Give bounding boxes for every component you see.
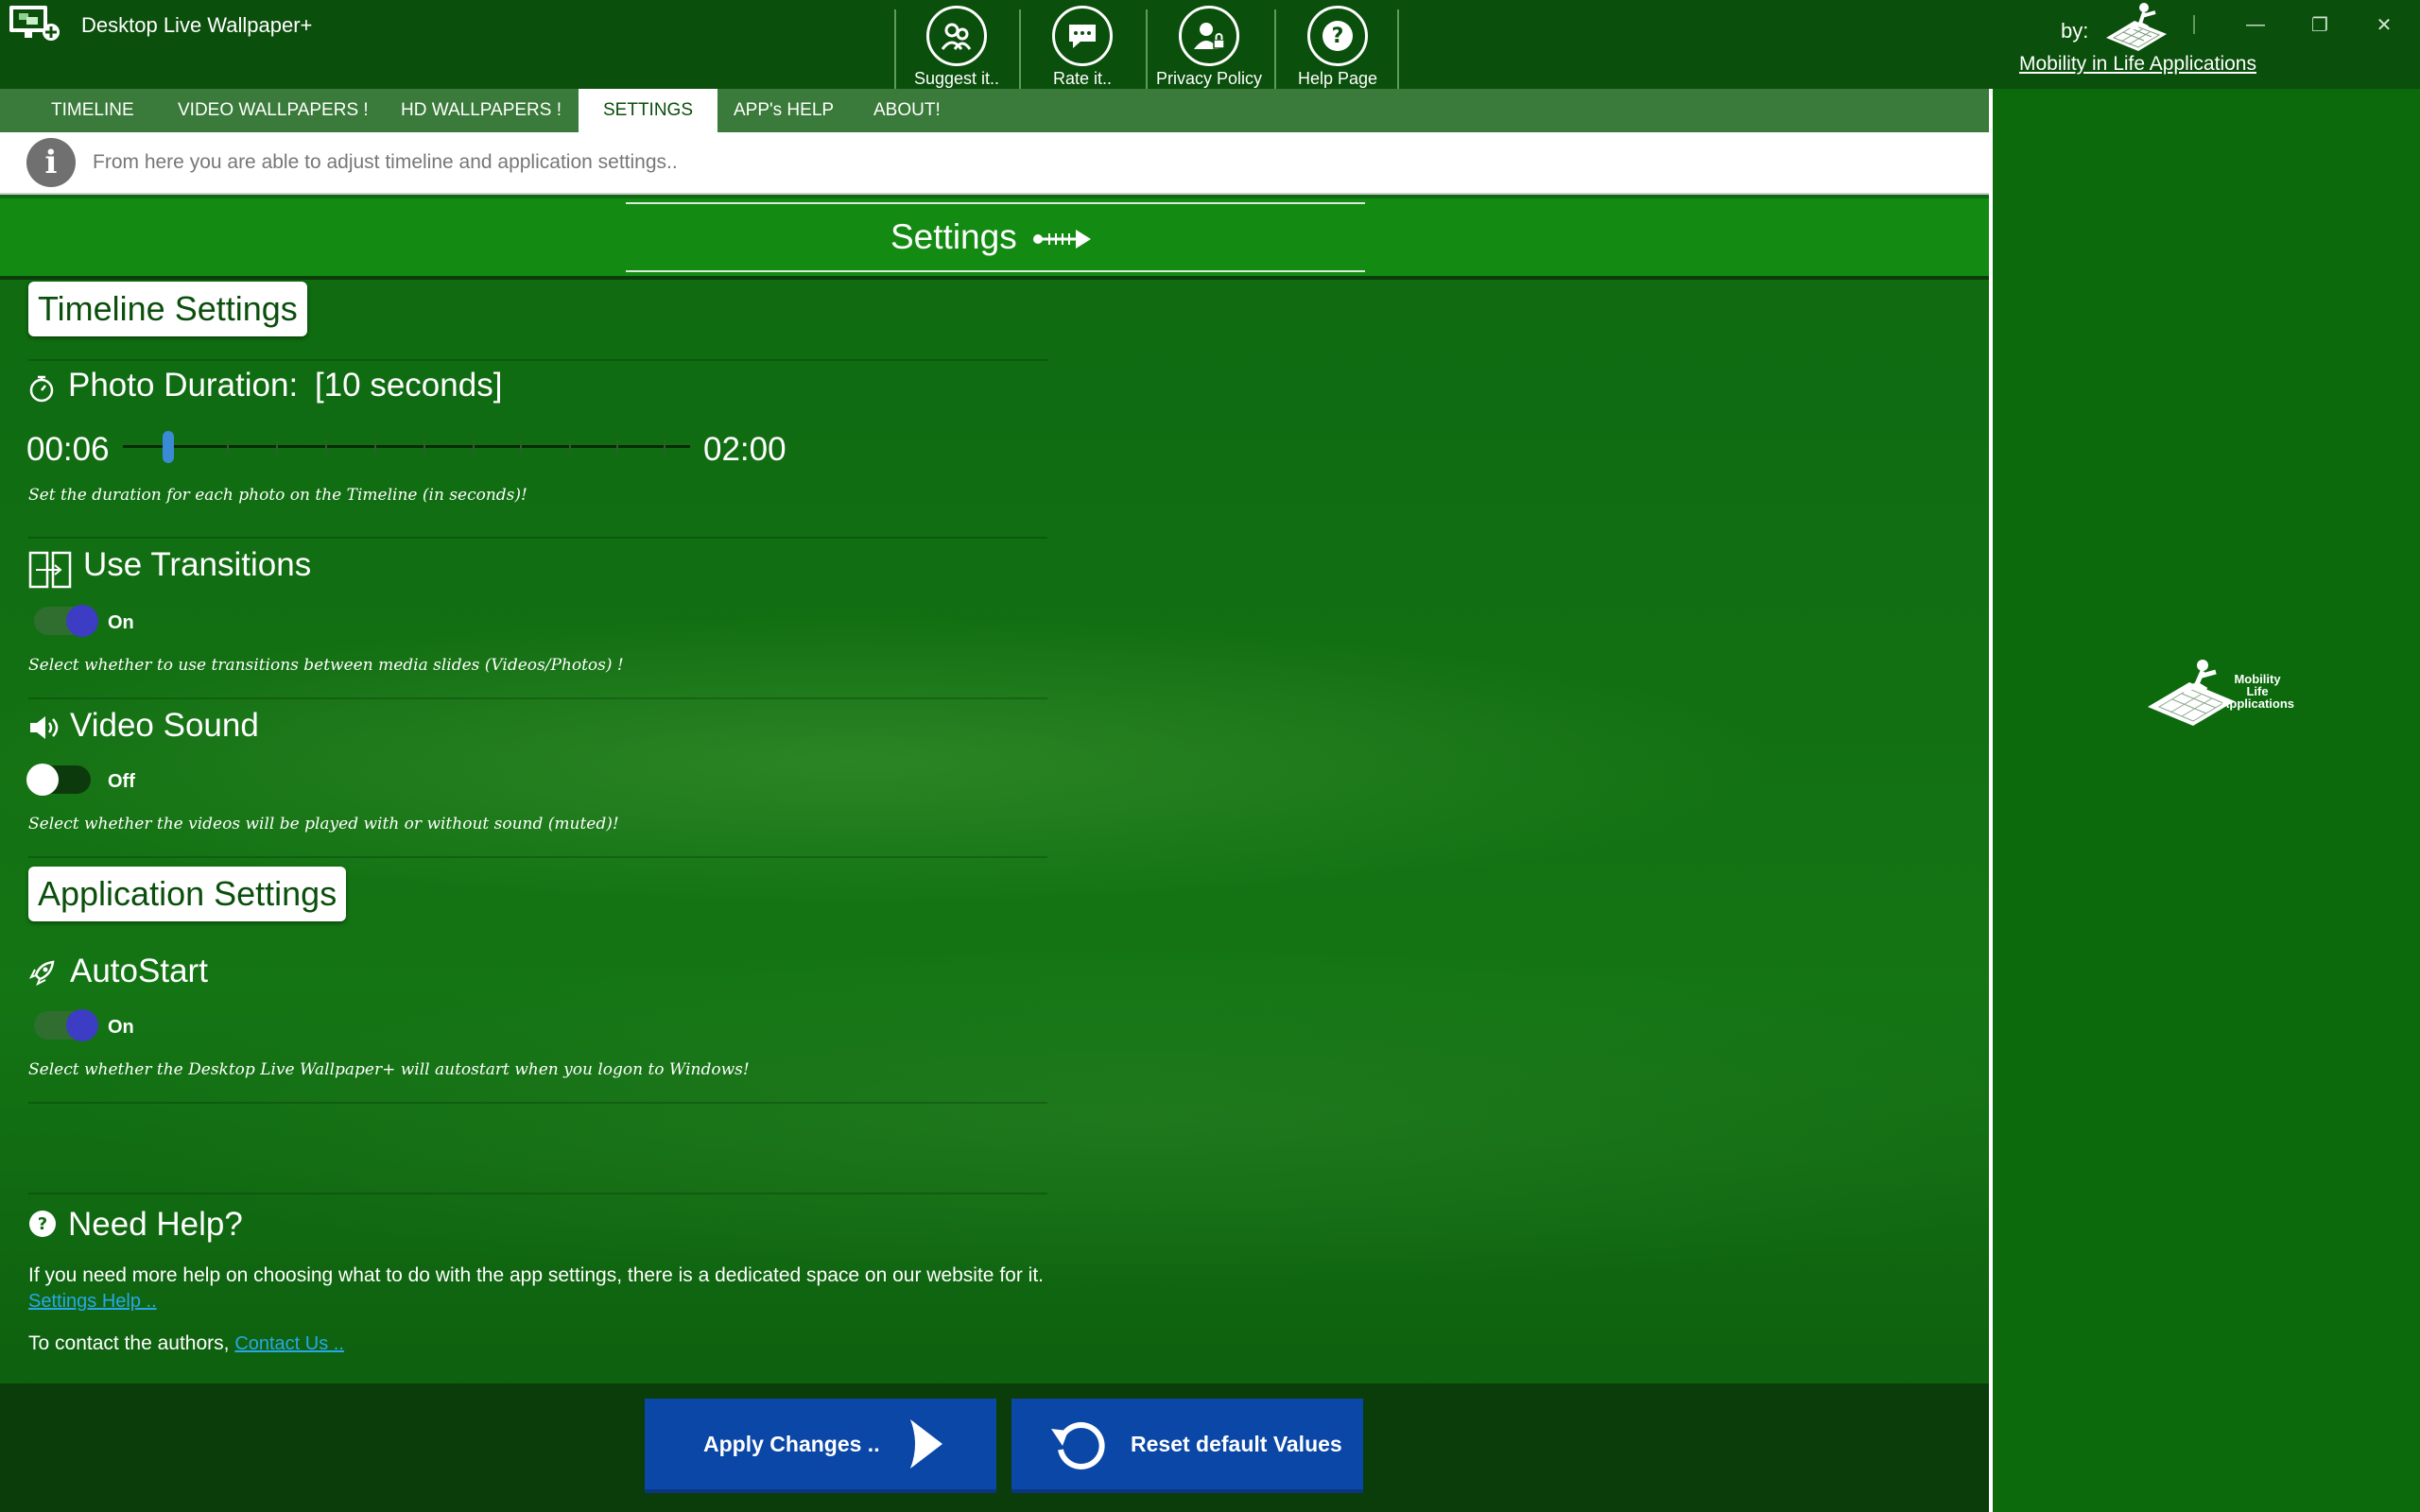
autostart-description: Select whether the Desktop Live Wallpape…	[28, 1060, 750, 1079]
tab-about[interactable]: ABOUT!	[849, 89, 965, 132]
rocket-icon	[28, 960, 55, 987]
slider-tick	[664, 440, 666, 454]
toolbar-separator	[1397, 9, 1399, 89]
contact-prefix: To contact the authors,	[28, 1332, 230, 1354]
stopwatch-icon	[29, 375, 54, 403]
slider-tick	[473, 440, 475, 454]
person-lock-icon	[1179, 6, 1239, 66]
tab-apps-help[interactable]: APP's HELP	[709, 89, 858, 132]
video-sound-state: Off	[108, 771, 135, 792]
need-help-title: Need Help?	[68, 1206, 243, 1243]
application-settings-heading: Application Settings	[28, 867, 347, 921]
slider-tick	[276, 440, 278, 454]
company-logo	[2106, 3, 2167, 51]
tab-hd-wallpapers[interactable]: HD WALLPAPERS !	[376, 89, 586, 132]
video-sound-title: Video Sound	[70, 707, 259, 744]
apply-changes-button[interactable]: Apply Changes ..	[645, 1399, 996, 1493]
svg-text:?: ?	[38, 1214, 47, 1234]
people-icon	[926, 6, 987, 66]
autostart-state: On	[108, 1017, 134, 1038]
right-panel	[1989, 89, 2420, 1512]
photo-duration-title: Photo Duration: [10 seconds]	[68, 367, 502, 404]
slider-tick	[325, 440, 327, 454]
company-logo-text: Mobility Life Applications	[2220, 673, 2295, 710]
reset-label: Reset default Values	[1131, 1431, 1342, 1456]
question-icon: ?	[1307, 6, 1368, 66]
company-link[interactable]: Mobility in Life Applications	[2019, 53, 2256, 76]
slider-tick	[424, 440, 425, 454]
photo-duration-slider[interactable]	[123, 445, 690, 448]
toggle-knob	[26, 764, 59, 796]
tab-video-wallpapers[interactable]: VIDEO WALLPAPERS !	[153, 89, 393, 132]
close-button[interactable]: ✕	[2356, 6, 2412, 43]
app-title: Desktop Live Wallpaper+	[81, 13, 313, 37]
rate-button[interactable]: Rate it..	[1019, 0, 1146, 89]
help-page-label: Help Page	[1297, 69, 1378, 88]
video-sound-toggle[interactable]	[26, 764, 91, 796]
window-controls-divider	[2193, 15, 2195, 34]
reset-default-values-button[interactable]: Reset default Values	[1011, 1399, 1363, 1493]
divider	[28, 1193, 1047, 1194]
apply-changes-label: Apply Changes ..	[703, 1431, 880, 1456]
use-transitions-toggle[interactable]	[34, 605, 98, 637]
contact-us-link[interactable]: Contact Us ..	[234, 1333, 344, 1354]
slider-max-label: 02:00	[703, 431, 786, 468]
chat-icon	[1052, 6, 1113, 66]
use-transitions-state: On	[108, 612, 134, 633]
arrow-right-icon	[1033, 230, 1091, 249]
info-text: From here you are able to adjust timelin…	[93, 151, 678, 173]
refresh-icon	[1051, 1421, 1105, 1469]
logo-line-3: Applications	[2220, 696, 2294, 711]
transition-panels-icon	[28, 551, 72, 589]
photo-duration-value: [10 seconds]	[314, 367, 503, 404]
use-transitions-title: Use Transitions	[83, 546, 312, 583]
slider-min-label: 00:06	[26, 431, 110, 468]
autostart-title: AutoStart	[70, 953, 208, 989]
settings-help-link[interactable]: Settings Help ..	[28, 1291, 157, 1313]
contact-row: To contact the authors, Contact Us ..	[28, 1332, 344, 1355]
chevron-right-icon	[909, 1419, 942, 1469]
slider-tick	[227, 440, 229, 454]
speaker-icon	[30, 716, 59, 739]
photo-duration-description: Set the duration for each photo on the T…	[28, 486, 527, 505]
timeline-settings-heading: Timeline Settings	[28, 282, 307, 336]
suggest-label: Suggest it..	[913, 69, 1000, 88]
autostart-toggle[interactable]	[34, 1009, 98, 1041]
video-sound-description: Select whether the videos will be played…	[28, 815, 619, 833]
tab-timeline[interactable]: TIMELINE	[26, 89, 159, 132]
question-circle-icon: ?	[29, 1211, 56, 1237]
app-icon	[9, 6, 60, 41]
suggest-button[interactable]: Suggest it..	[893, 0, 1020, 89]
privacy-policy-button[interactable]: Privacy Policy	[1146, 0, 1272, 89]
rate-label: Rate it..	[1052, 69, 1113, 88]
slider-tick	[569, 440, 571, 454]
divider	[28, 537, 1047, 539]
toggle-knob	[66, 1009, 98, 1041]
slider-tick	[374, 440, 376, 454]
by-label: by:	[2061, 19, 2089, 43]
slider-tick	[520, 440, 522, 454]
slider-thumb[interactable]	[163, 431, 174, 463]
minimize-button[interactable]: —	[2227, 6, 2284, 43]
privacy-policy-label: Privacy Policy	[1155, 69, 1263, 88]
photo-duration-label: Photo Duration:	[68, 367, 299, 404]
help-page-button[interactable]: ? Help Page	[1274, 0, 1401, 89]
divider	[28, 856, 1047, 858]
use-transitions-description: Select whether to use transitions betwee…	[28, 656, 624, 675]
page-title: Settings	[890, 217, 1017, 256]
help-text: If you need more help on choosing what t…	[28, 1264, 1044, 1286]
divider	[28, 1102, 1047, 1104]
svg-text:?: ?	[1332, 25, 1344, 48]
slider-tick	[616, 440, 618, 454]
maximize-button[interactable]: ❐	[2291, 6, 2348, 43]
divider	[28, 697, 1047, 699]
toggle-knob	[66, 605, 98, 637]
info-icon: i	[26, 138, 76, 187]
tab-settings[interactable]: SETTINGS	[579, 89, 718, 132]
divider	[28, 359, 1047, 361]
